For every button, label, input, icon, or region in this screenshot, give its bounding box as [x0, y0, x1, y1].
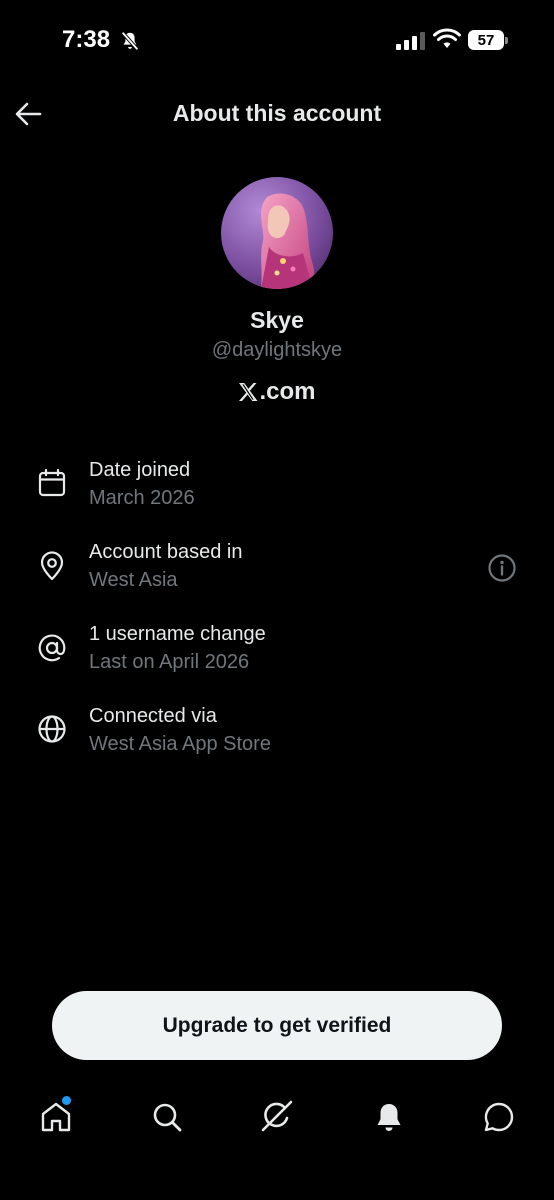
home-notification-dot	[62, 1096, 71, 1105]
globe-icon	[38, 715, 66, 743]
battery-indicator: 57	[468, 30, 504, 50]
search-icon[interactable]	[150, 1100, 184, 1134]
source-domain: .com	[259, 378, 316, 405]
upgrade-verified-button[interactable]: Upgrade to get verified	[52, 991, 502, 1060]
battery-tip	[505, 37, 508, 44]
home-icon[interactable]	[39, 1100, 73, 1134]
avatar[interactable]	[221, 177, 333, 289]
calendar-icon	[38, 468, 66, 497]
date-joined-value: March 2026	[89, 487, 195, 509]
wifi-icon	[433, 28, 461, 48]
connected-via-label: Connected via	[89, 705, 217, 727]
account-location-label: Account based in	[89, 541, 243, 563]
date-joined-label: Date joined	[89, 459, 191, 481]
username-change-value: Last on April 2026	[89, 651, 250, 673]
cellular-signal-icon	[396, 32, 425, 50]
notifications-icon[interactable]	[372, 1100, 406, 1134]
source-row: .com	[0, 378, 554, 406]
bell-muted-icon	[121, 31, 139, 51]
at-sign-icon	[38, 634, 66, 662]
username-change-label: 1 username change	[89, 623, 266, 645]
account-location-value: West Asia	[89, 569, 178, 591]
status-time: 7:38	[62, 26, 111, 53]
grok-icon[interactable]	[260, 1099, 294, 1133]
username-handle: @daylightskye	[211, 339, 343, 361]
messages-icon[interactable]	[482, 1100, 516, 1134]
info-circle-icon[interactable]	[487, 553, 517, 583]
connected-via-value: West Asia App Store	[89, 733, 271, 755]
x-logo-icon	[239, 383, 258, 401]
page-title: About this account	[172, 100, 382, 126]
display-name: Skye	[250, 307, 304, 333]
location-pin-icon	[40, 551, 64, 581]
